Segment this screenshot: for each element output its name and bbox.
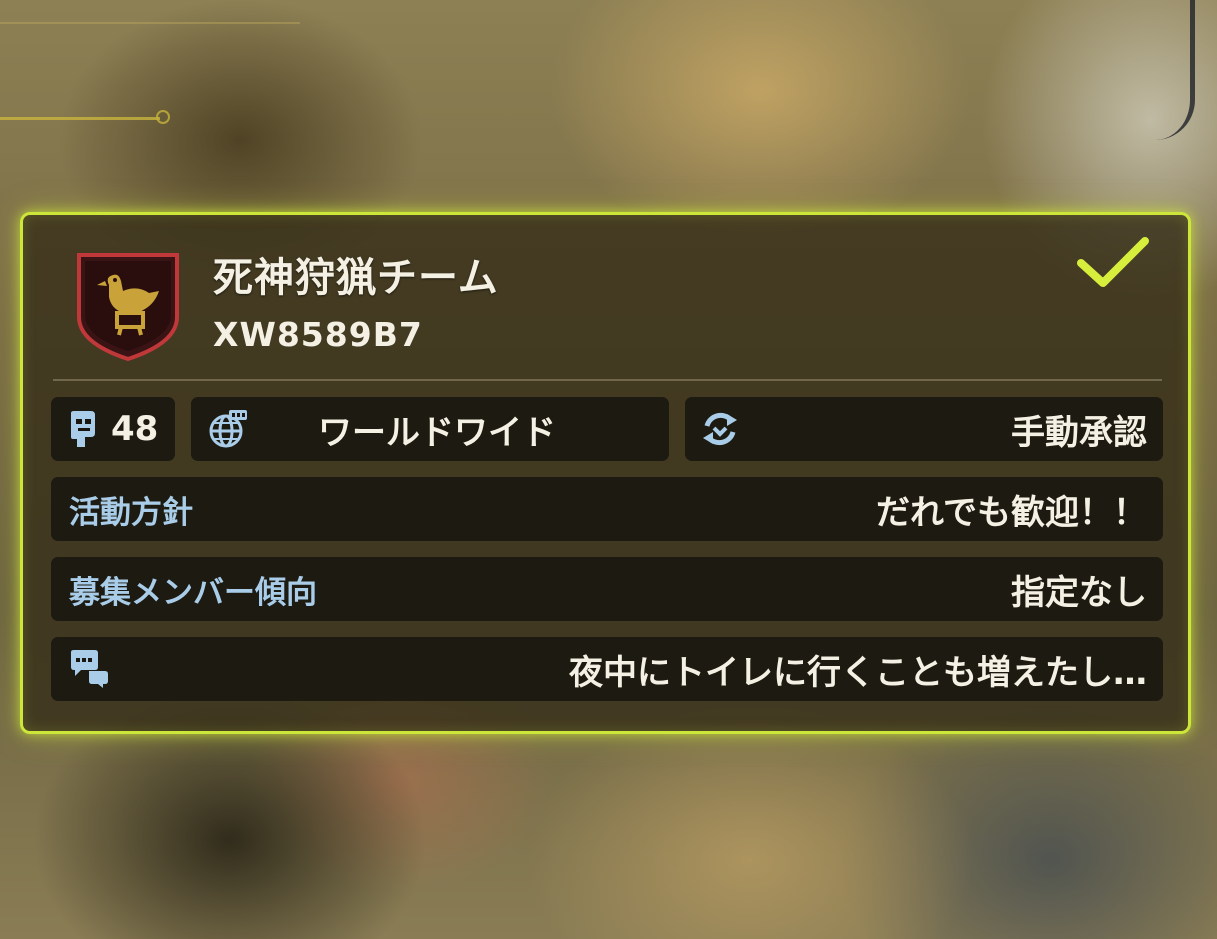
region-value: ワールドワイド [318,412,556,453]
activity-policy-value: だれでも歓迎！！ [876,492,1147,533]
team-name: 死神狩猟チーム [213,255,499,301]
member-head-icon [71,411,95,447]
team-card[interactable]: 死神狩猟チーム XW8589B7 48 ワールドワイド 手動承認 活動方針 だれ… [20,212,1191,734]
team-message-value: 夜中にトイレに行くことも増えたし… [569,652,1147,693]
header-divider [53,379,1162,381]
approval-value: 手動承認 [1011,412,1147,453]
team-id: XW8589B7 [213,315,423,354]
background-ui-line [0,22,300,24]
chat-bubble-icon [71,650,108,688]
approval-pill: 手動承認 [685,397,1163,461]
checkmark-icon [1077,237,1149,287]
background-ui-node [156,110,170,124]
recruit-tendency-label: 募集メンバー傾向 [69,574,317,611]
chocobo-shield-emblem-icon [77,253,179,362]
background-ui-line [0,117,160,120]
region-pill: ワールドワイド [191,397,669,461]
background-creature-horn [1150,0,1195,140]
globe-icon [209,410,247,448]
member-count: 48 [111,409,159,449]
recruit-tendency-value: 指定なし [1011,572,1147,613]
member-count-pill: 48 [51,397,175,461]
recruit-tendency-row: 募集メンバー傾向 指定なし [51,557,1163,621]
refresh-arrows-icon [703,412,737,446]
activity-policy-row: 活動方針 だれでも歓迎！！ [51,477,1163,541]
team-message-row: 夜中にトイレに行くことも増えたし… [51,637,1163,701]
activity-policy-label: 活動方針 [69,494,193,531]
